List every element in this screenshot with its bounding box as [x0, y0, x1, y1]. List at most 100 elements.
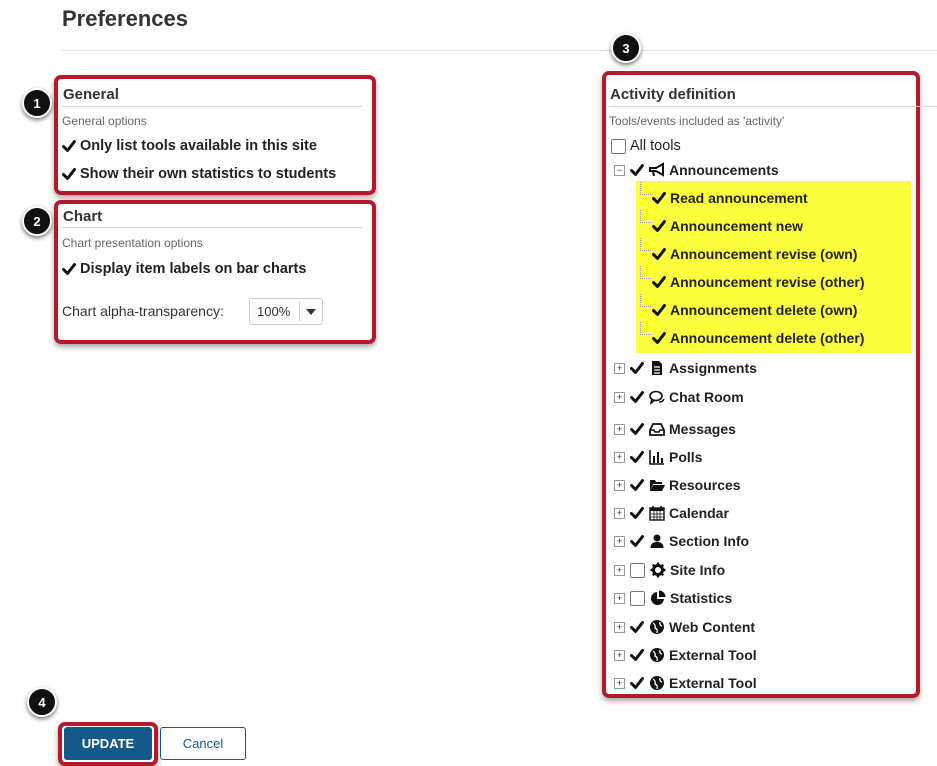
expand-toggle[interactable]: +: [614, 451, 625, 463]
expand-toggle[interactable]: +: [614, 592, 625, 604]
option-label: Display item labels on bar charts: [80, 261, 307, 277]
expand-toggle[interactable]: +: [614, 535, 625, 547]
expand-toggle[interactable]: +: [614, 391, 625, 403]
display-item-labels-option[interactable]: Display item labels on bar charts: [62, 261, 306, 277]
unchecked-checkbox[interactable]: [630, 562, 645, 578]
activity-heading: Activity definition: [610, 86, 736, 103]
checkmark-icon[interactable]: [652, 275, 666, 289]
checkmark-icon[interactable]: [630, 534, 644, 548]
megaphone-icon: [649, 162, 664, 177]
expand-toggle[interactable]: +: [614, 564, 625, 576]
general-heading: General: [63, 86, 119, 103]
tree-connector: [640, 266, 651, 279]
unchecked-checkbox[interactable]: [630, 590, 645, 606]
checkmark-icon[interactable]: [630, 506, 644, 520]
caret-down-icon[interactable]: [300, 308, 322, 315]
checkmark-icon[interactable]: [62, 139, 76, 153]
checkmark-icon[interactable]: [630, 478, 644, 492]
event-label: Announcement revise (own): [670, 246, 858, 262]
checkmark-icon[interactable]: [62, 167, 76, 181]
page-title: Preferences: [62, 6, 188, 31]
tool-row-external-tool[interactable]: + External Tool: [614, 673, 757, 693]
option-label: Show their own statistics to students: [80, 166, 337, 182]
user-icon: [650, 534, 664, 548]
tree-connector: [640, 210, 651, 223]
expand-toggle[interactable]: +: [614, 621, 625, 633]
checkmark-icon[interactable]: [630, 390, 644, 404]
tool-row-site-info[interactable]: + Site Info: [614, 560, 725, 580]
checkmark-icon[interactable]: [630, 648, 644, 662]
callout-marker-4: 4: [27, 687, 57, 717]
activity-divider: [609, 106, 937, 107]
chat-icon: [649, 390, 665, 405]
alpha-transparency-select[interactable]: 100%: [249, 298, 323, 325]
event-row-announcement-new[interactable]: Announcement new: [652, 216, 803, 236]
globe-icon: [650, 676, 664, 690]
inbox-icon: [649, 423, 665, 436]
expand-toggle[interactable]: +: [614, 362, 625, 374]
show-own-statistics-option[interactable]: Show their own statistics to students: [62, 166, 336, 182]
event-label: Announcement delete (other): [670, 330, 865, 346]
chart-heading: Chart: [63, 208, 103, 225]
globe-icon: [650, 620, 664, 634]
checkmark-icon[interactable]: [652, 191, 666, 205]
pie-chart-icon: [651, 590, 666, 605]
tool-label: Assignments: [669, 360, 757, 376]
tool-row-chat-room[interactable]: + Chat Room: [614, 387, 744, 407]
expand-toggle[interactable]: +: [614, 677, 625, 689]
checkmark-icon[interactable]: [652, 247, 666, 261]
tool-row-polls[interactable]: + Polls: [614, 447, 702, 467]
checkmark-icon[interactable]: [630, 422, 644, 436]
all-tools-checkbox[interactable]: [611, 138, 626, 154]
checkmark-icon[interactable]: [630, 620, 644, 634]
tool-row-web-content[interactable]: + Web Content: [614, 617, 755, 637]
event-row-announcement-revise-other[interactable]: Announcement revise (other): [652, 272, 864, 292]
event-row-announcement-delete-own[interactable]: Announcement delete (own): [652, 300, 857, 320]
tool-label: Site Info: [670, 562, 726, 578]
expand-toggle[interactable]: +: [614, 479, 625, 491]
event-label: Announcement revise (other): [670, 274, 865, 290]
event-row-announcement-delete-other[interactable]: Announcement delete (other): [652, 328, 864, 348]
expand-toggle[interactable]: +: [614, 649, 625, 661]
tool-row-resources[interactable]: + Resources: [614, 475, 741, 495]
tool-label: External Tool: [669, 675, 757, 691]
collapse-toggle[interactable]: −: [614, 164, 625, 176]
event-row-read-announcement[interactable]: Read announcement: [652, 188, 808, 208]
event-label: Read announcement: [670, 190, 808, 206]
tree-connector: [640, 238, 651, 251]
tool-row-calendar[interactable]: + Calendar: [614, 503, 729, 523]
alpha-transparency-value: 100%: [257, 304, 291, 319]
checkmark-icon[interactable]: [630, 450, 644, 464]
tool-row-statistics[interactable]: + Statistics: [614, 588, 732, 608]
event-row-announcement-revise-own[interactable]: Announcement revise (own): [652, 244, 857, 264]
checkmark-icon[interactable]: [630, 361, 644, 375]
checkmark-icon[interactable]: [630, 676, 644, 690]
general-divider: [62, 106, 362, 107]
checkmark-icon[interactable]: [652, 331, 666, 345]
update-button[interactable]: UPDATE: [64, 727, 152, 760]
checkmark-icon[interactable]: [652, 219, 666, 233]
tool-row-messages[interactable]: + Messages: [614, 419, 736, 439]
expand-toggle[interactable]: +: [614, 423, 625, 435]
checkmark-icon[interactable]: [652, 303, 666, 317]
tool-row-announcements[interactable]: − Announcements: [614, 160, 779, 180]
only-list-site-tools-option[interactable]: Only list tools available in this site: [62, 138, 317, 154]
tool-label: External Tool: [669, 647, 757, 663]
tool-label: Calendar: [669, 505, 729, 521]
tool-row-assignments[interactable]: + Assignments: [614, 358, 757, 378]
tool-row-section-info[interactable]: + Section Info: [614, 531, 749, 551]
callout-marker-1: 1: [22, 88, 52, 118]
cancel-button[interactable]: Cancel: [160, 727, 246, 760]
expand-toggle[interactable]: +: [614, 507, 625, 519]
checkmark-icon[interactable]: [62, 262, 76, 276]
option-label: Only list tools available in this site: [80, 138, 317, 154]
event-label: Announcement delete (own): [670, 302, 858, 318]
event-label: Announcement new: [670, 218, 804, 234]
chart-divider: [62, 227, 362, 228]
checkmark-icon[interactable]: [630, 163, 644, 177]
file-icon: [652, 361, 662, 375]
tool-row-external-tool[interactable]: + External Tool: [614, 645, 757, 665]
all-tools-option[interactable]: All tools: [611, 138, 681, 154]
folder-icon: [650, 480, 665, 491]
globe-icon: [650, 648, 664, 662]
